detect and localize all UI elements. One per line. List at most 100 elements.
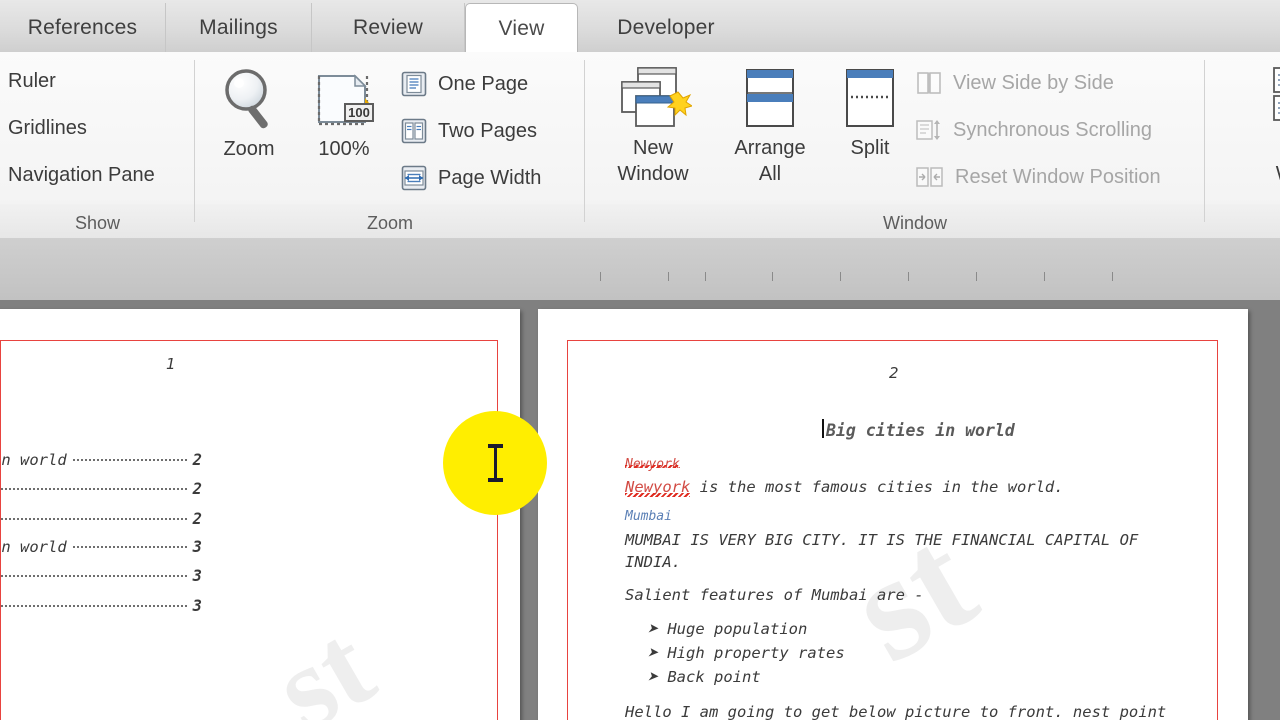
page-width-button[interactable]: Page Width xyxy=(400,164,541,192)
ribbon-group-zoom: Zoom 100 100% One Page Two Pages Page Wi… xyxy=(195,52,585,238)
page-2-bullet-list: ➤ Huge population ➤ High property rates ➤ B… xyxy=(648,617,845,689)
tab-references-label: References xyxy=(27,15,138,39)
tab-references[interactable]: References xyxy=(0,3,166,52)
toc-entry-6-page: 3 xyxy=(192,597,202,615)
ribbon-tab-bar: References Mailings Review View Develope… xyxy=(0,0,1280,54)
checkbox-gridlines[interactable]: Gridlines xyxy=(0,117,87,140)
bullet-text: High property rates xyxy=(667,644,845,662)
reset-window-position-label: Reset Window Position xyxy=(955,165,1161,188)
view-side-by-side-button[interactable]: View Side by Side xyxy=(915,70,1114,96)
zoom-100-button[interactable]: 100 100% xyxy=(298,66,390,163)
synchronous-scrolling-button[interactable]: Synchronous Scrolling xyxy=(915,117,1152,143)
bullet-item[interactable]: ➤ High property rates xyxy=(648,641,845,665)
one-page-label: One Page xyxy=(438,72,529,95)
group-separator-window xyxy=(1204,60,1205,222)
arrange-all-icon xyxy=(739,62,801,134)
toc-entry-4[interactable]: in world 3 xyxy=(0,538,202,556)
new-window-label-line1: New xyxy=(632,137,673,159)
toc-entry-2-page: 2 xyxy=(192,480,202,498)
toc-entry-4-page: 3 xyxy=(192,538,202,556)
text-caret xyxy=(822,419,824,438)
two-pages-icon xyxy=(400,117,428,145)
checkbox-ruler[interactable]: Ruler xyxy=(0,70,56,93)
page-2-paragraph-1[interactable]: Newyork is the most famous cities in the… xyxy=(625,478,1064,497)
toc-entry-1[interactable]: in world 2 xyxy=(0,451,202,469)
toc-entry-2-dots xyxy=(0,488,187,490)
sync-scroll-icon xyxy=(915,117,943,143)
misspelled-word: Newyork xyxy=(625,478,691,497)
page-1-number: 1 xyxy=(166,355,176,373)
document-page-1[interactable]: 1 in world 2 2 2 in world 3 xyxy=(0,309,520,720)
new-window-button[interactable]: New Window xyxy=(597,62,709,187)
ruler-lower-mark xyxy=(1044,272,1045,281)
reset-window-position-button[interactable]: Reset Window Position xyxy=(915,164,1161,190)
ribbon: Ruler Gridlines Navigation Pane Show Zoo… xyxy=(0,52,1280,239)
checkbox-navigation-pane[interactable]: Navigation Pane xyxy=(0,164,155,187)
page-2-title[interactable]: Big cities in world xyxy=(822,419,1015,440)
zoom-100-label: 100% xyxy=(318,138,370,160)
tab-review[interactable]: Review xyxy=(312,3,465,52)
ibeam-bottom-bar xyxy=(488,478,503,482)
switch-windows-button[interactable]: S Win xyxy=(1258,62,1280,187)
ruler-lower-mark xyxy=(772,272,773,281)
page-2-paragraph-4[interactable]: Hello I am going to get below picture to… xyxy=(625,703,1166,720)
tab-mailings-label: Mailings xyxy=(199,15,278,39)
page-2-paragraph-2-line2[interactable]: INDIA. xyxy=(625,553,681,571)
ruler-lower-mark xyxy=(976,272,977,281)
two-pages-button[interactable]: Two Pages xyxy=(400,117,537,145)
page-2-paragraph-3[interactable]: Salient features of Mumbai are - xyxy=(625,586,924,604)
page-2-paragraph-2-line1[interactable]: MUMBAI IS VERY BIG CITY. IT IS THE FINAN… xyxy=(625,531,1138,549)
bullet-text: Huge population xyxy=(667,620,808,638)
document-page-2[interactable]: st 2 Big cities in world Newyork Newyork xyxy=(538,309,1248,720)
view-side-by-side-label: View Side by Side xyxy=(953,71,1114,94)
page-1-margin-border xyxy=(0,340,498,720)
arrange-all-label-line2: All xyxy=(758,163,782,185)
word-window: References Mailings Review View Develope… xyxy=(0,0,1280,720)
toc-entry-1-dots xyxy=(72,459,187,461)
tab-view[interactable]: View xyxy=(465,3,578,54)
toc-entry-5[interactable]: 3 xyxy=(0,567,202,585)
reset-window-icon xyxy=(915,164,945,190)
new-window-icon xyxy=(614,62,694,134)
tab-developer[interactable]: Developer xyxy=(578,3,754,52)
zoom-button[interactable]: Zoom xyxy=(205,66,293,163)
svg-text:100: 100 xyxy=(348,105,370,120)
bullet-item[interactable]: ➤ Huge population xyxy=(648,617,845,641)
tab-developer-label: Developer xyxy=(617,15,715,39)
page-2-heading-newyork[interactable]: Newyork xyxy=(625,457,680,472)
bullet-marker-icon: ➤ xyxy=(648,644,658,662)
split-button[interactable]: Split xyxy=(828,62,912,161)
page-2-heading-newyork-text: Newyork xyxy=(625,457,680,472)
group-label-show: Show xyxy=(74,213,121,233)
toc-entry-6[interactable]: 3 xyxy=(0,597,202,615)
side-by-side-icon xyxy=(915,70,943,96)
toc-entry-4-dots xyxy=(72,546,187,548)
toc-entry-3-dots xyxy=(0,518,187,520)
new-window-label-line2: Window xyxy=(617,163,689,185)
arrange-all-button[interactable]: Arrange All xyxy=(716,62,824,187)
toc-entry-2[interactable]: 2 xyxy=(0,480,202,498)
zoom-button-label: Zoom xyxy=(223,138,275,160)
tab-review-label: Review xyxy=(352,15,424,39)
document-area: 1 in world 2 2 2 in world 3 xyxy=(0,300,1280,720)
ruler-lower-mark xyxy=(705,272,706,281)
toc-entry-3-page: 2 xyxy=(192,510,202,528)
page-100-icon: 100 xyxy=(311,66,377,134)
ribbon-group-window: New Window Arrange All Split View Side b… xyxy=(585,52,1240,238)
two-pages-label: Two Pages xyxy=(438,119,537,142)
page-2-heading-mumbai[interactable]: Mumbai xyxy=(625,509,672,524)
ruler-lower-mark xyxy=(908,272,909,281)
tab-mailings[interactable]: Mailings xyxy=(166,3,312,52)
one-page-icon xyxy=(400,70,428,98)
toc-entry-3[interactable]: 2 xyxy=(0,510,202,528)
bullet-item[interactable]: ➤ Back point xyxy=(648,665,845,689)
checkbox-gridlines-label: Gridlines xyxy=(8,117,87,139)
synchronous-scrolling-label: Synchronous Scrolling xyxy=(953,118,1152,141)
ruler-lower-mark xyxy=(600,272,601,281)
page-width-label: Page Width xyxy=(438,166,542,189)
toc-entry-5-page: 3 xyxy=(192,567,202,585)
page-2-title-text: Big cities in world xyxy=(826,421,1015,440)
group-label-window: Window xyxy=(882,213,948,233)
one-page-button[interactable]: One Page xyxy=(400,70,528,98)
ibeam-stem xyxy=(494,444,497,478)
